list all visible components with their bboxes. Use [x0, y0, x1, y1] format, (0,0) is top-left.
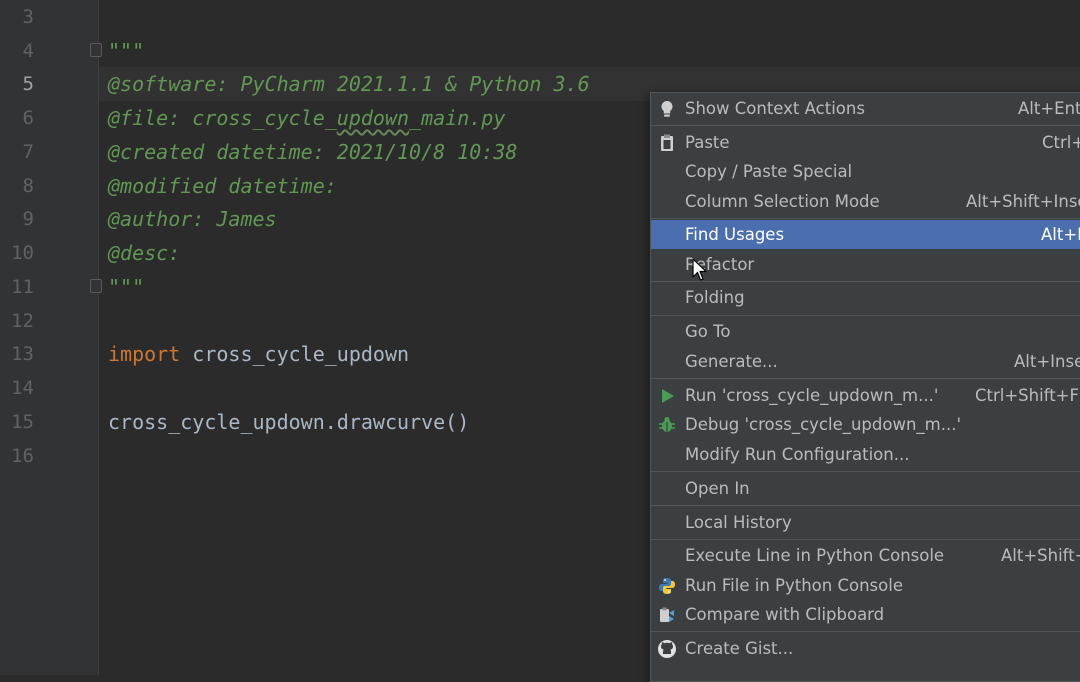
line-number: 16 [11, 445, 34, 467]
compare-icon [660, 607, 674, 622]
menu-item-label: Show Context Actions [685, 99, 865, 118]
code-line-11[interactable]: """ [108, 270, 144, 304]
mouse-cursor-icon [692, 258, 707, 281]
code-line-15[interactable]: cross_cycle_updown.drawcurve() [108, 405, 469, 439]
menu-item-run[interactable]: Run 'cross_cycle_updown_m...' Ctrl+Shift… [651, 381, 1080, 410]
line-number: 13 [11, 343, 34, 365]
menu-item-folding[interactable]: Folding [651, 283, 1080, 312]
menu-item-show-context-actions[interactable]: Show Context Actions Alt+Ente [651, 94, 1080, 123]
menu-item-copy-paste-special[interactable]: Copy / Paste Special [651, 157, 1080, 186]
menu-item-label: Execute Line in Python Console [685, 546, 945, 565]
line-number: 7 [22, 141, 34, 163]
menu-item-label: Modify Run Configuration... [685, 445, 910, 464]
menu-separator [651, 539, 1080, 540]
code-line-6[interactable]: @file: cross_cycle_updown_main.py [108, 101, 505, 135]
line-number: 12 [11, 310, 34, 332]
menu-item-label: Open In [685, 479, 750, 498]
code-line-13[interactable]: import cross_cycle_updown [108, 337, 409, 371]
code-line-8[interactable]: @modified datetime: [108, 169, 337, 203]
menu-item-label: Run File in Python Console [685, 576, 903, 595]
code-line-9[interactable]: @author: James [108, 202, 277, 236]
menu-separator [651, 125, 1080, 126]
code-text: _main.py [409, 106, 506, 130]
code-line-10[interactable]: @desc: [108, 236, 180, 270]
debug-icon [659, 417, 675, 432]
menu-item-label: Copy / Paste Special [685, 162, 853, 181]
menu-separator [651, 281, 1080, 282]
code-line-5[interactable]: @software: PyCharm 2021.1.1 & Python 3.6 [108, 67, 590, 101]
menu-item-shortcut: Ctrl+ [1042, 133, 1080, 152]
editor-gutter: 3 4 5 6 7 8 9 10 11 12 13 14 15 16 [0, 0, 99, 675]
module-name: cross_cycle_updown [180, 342, 410, 366]
menu-separator [651, 631, 1080, 632]
line-number: 15 [11, 411, 34, 433]
github-icon [658, 640, 676, 658]
typo-squiggle: updown [336, 106, 410, 130]
menu-item-execute-line-python-console[interactable]: Execute Line in Python Console Alt+Shift… [651, 541, 1080, 570]
menu-item-generate[interactable]: Generate... Alt+Inse [651, 347, 1080, 376]
menu-item-shortcut: Ctrl+Shift+F1 [975, 386, 1080, 405]
code-line-4[interactable]: """ [108, 34, 144, 68]
menu-item-find-usages[interactable]: Find Usages Alt+F [651, 220, 1080, 249]
menu-separator [651, 505, 1080, 506]
menu-item-label: Column Selection Mode [685, 192, 880, 211]
line-number: 3 [22, 6, 34, 28]
clipboard-icon [661, 134, 673, 151]
line-number: 11 [11, 276, 34, 298]
menu-item-shortcut: Alt+Inse [1014, 352, 1080, 371]
menu-item-open-in[interactable]: Open In [651, 474, 1080, 503]
menu-item-label: Go To [685, 322, 731, 341]
menu-item-label: Run 'cross_cycle_updown_m...' [685, 386, 939, 405]
import-keyword: import [108, 342, 181, 366]
menu-item-label: Paste [685, 133, 730, 152]
line-number: 6 [22, 107, 34, 129]
menu-item-shortcut: Alt+Shift+ [1001, 546, 1080, 565]
menu-item-shortcut: Alt+Ente [1018, 99, 1080, 118]
menu-item-refactor[interactable]: Refactor [651, 250, 1080, 279]
run-icon [662, 389, 674, 403]
lightbulb-icon [661, 100, 673, 117]
menu-item-column-selection-mode[interactable]: Column Selection Mode Alt+Shift+Inse [651, 187, 1080, 216]
fold-marker-icon[interactable] [90, 279, 102, 293]
code-line-7[interactable]: @created datetime: 2021/10/8 10:38 [108, 135, 517, 169]
context-menu: Show Context Actions Alt+Ente Paste Ctrl… [650, 92, 1080, 682]
menu-item-label: Find Usages [685, 225, 785, 244]
menu-separator [651, 378, 1080, 379]
menu-item-label: Folding [685, 288, 745, 307]
menu-item-shortcut: Alt+Shift+Inse [966, 192, 1080, 211]
line-number-active: 5 [22, 73, 34, 95]
menu-item-label: Create Gist... [685, 639, 794, 658]
code-text: @file: cross_cycle_ [108, 106, 337, 130]
menu-item-label: Compare with Clipboard [685, 605, 885, 624]
menu-item-create-gist[interactable]: Create Gist... [651, 634, 1080, 663]
menu-item-go-to[interactable]: Go To [651, 317, 1080, 346]
line-number: 9 [22, 208, 34, 230]
menu-item-debug[interactable]: Debug 'cross_cycle_updown_m...' [651, 410, 1080, 439]
menu-item-run-file-python-console[interactable]: Run File in Python Console [651, 571, 1080, 600]
menu-item-label: Debug 'cross_cycle_updown_m...' [685, 415, 962, 434]
menu-item-label: Local History [685, 513, 792, 532]
line-number: 8 [22, 175, 34, 197]
menu-item-compare-with-clipboard[interactable]: Compare with Clipboard [651, 600, 1080, 629]
python-icon [659, 578, 675, 594]
line-number: 4 [22, 40, 34, 62]
menu-item-paste[interactable]: Paste Ctrl+ [651, 128, 1080, 157]
menu-separator [651, 315, 1080, 316]
line-number: 10 [11, 242, 34, 264]
line-number: 14 [11, 377, 34, 399]
menu-item-shortcut: Alt+F [1041, 225, 1080, 244]
fold-marker-icon[interactable] [90, 43, 102, 57]
menu-separator [651, 218, 1080, 219]
menu-separator [651, 471, 1080, 472]
menu-item-label: Generate... [685, 352, 778, 371]
menu-item-modify-run-configuration[interactable]: Modify Run Configuration... [651, 440, 1080, 469]
menu-item-local-history[interactable]: Local History [651, 508, 1080, 537]
